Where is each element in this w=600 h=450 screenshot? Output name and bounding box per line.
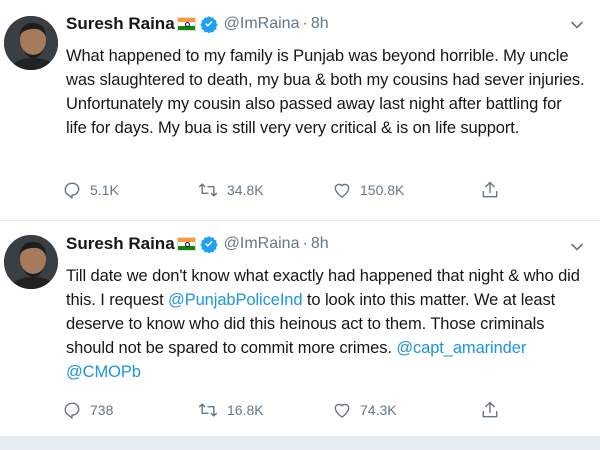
tweet-feed: Suresh Raina @ImRaina · 8h What happened… (0, 0, 600, 450)
like-count: 150.8K (360, 182, 405, 198)
share-icon (482, 181, 498, 198)
share-button[interactable] (480, 398, 508, 422)
reply-icon (64, 182, 80, 199)
timestamp[interactable]: 8h (311, 235, 329, 253)
user-handle[interactable]: @ImRaina (224, 235, 300, 253)
separator-dot: · (302, 235, 308, 252)
retweet-icon (198, 183, 218, 197)
reply-button[interactable]: 738 (62, 398, 113, 422)
tweet-header: Suresh Raina @ImRaina · 8h (66, 232, 329, 256)
chevron-down-icon[interactable] (570, 18, 584, 32)
retweet-button[interactable]: 16.8K (197, 398, 264, 422)
retweet-count: 34.8K (227, 182, 264, 198)
tweet-actions: 738 16.8K 74.3K (62, 398, 522, 422)
like-count: 74.3K (360, 402, 397, 418)
reply-button[interactable]: 5.1K (62, 178, 119, 202)
mention-link[interactable]: @capt_amarinder (396, 339, 526, 357)
separator-dot: · (302, 15, 308, 32)
retweet-button[interactable]: 34.8K (197, 178, 264, 202)
chevron-down-icon[interactable] (570, 240, 584, 254)
share-icon (482, 401, 498, 418)
tweet[interactable]: Suresh Raina @ImRaina · 8h Till date we … (0, 220, 600, 436)
timestamp[interactable]: 8h (311, 15, 329, 33)
tweet-text-part: What happened to my family is Punjab was… (66, 47, 585, 137)
verified-badge-icon (199, 236, 218, 253)
mention-link[interactable]: @CMOPb (66, 363, 141, 381)
tweet-header: Suresh Raina @ImRaina · 8h (66, 12, 329, 36)
verified-badge-icon (199, 16, 218, 33)
tweet[interactable]: Suresh Raina @ImRaina · 8h What happened… (0, 0, 600, 221)
heart-icon (334, 183, 350, 198)
india-flag-icon (176, 17, 196, 31)
india-flag-icon (176, 237, 196, 251)
user-handle[interactable]: @ImRaina (224, 15, 300, 33)
like-button[interactable]: 74.3K (332, 398, 397, 422)
like-button[interactable]: 150.8K (332, 178, 404, 202)
display-name[interactable]: Suresh Raina (66, 14, 175, 34)
reply-count: 5.1K (90, 182, 119, 198)
feed-divider (0, 436, 600, 450)
heart-icon (334, 403, 350, 418)
retweet-icon (198, 403, 218, 417)
reply-icon (64, 402, 80, 419)
tweet-text: Till date we don't know what exactly had… (66, 264, 586, 384)
avatar[interactable] (4, 235, 58, 289)
tweet-text: What happened to my family is Punjab was… (66, 44, 586, 140)
display-name[interactable]: Suresh Raina (66, 234, 175, 254)
mention-link[interactable]: @PunjabPoliceInd (168, 291, 303, 309)
retweet-count: 16.8K (227, 402, 264, 418)
reply-count: 738 (90, 402, 114, 418)
avatar[interactable] (4, 16, 58, 70)
tweet-actions: 5.1K 34.8K 150.8K (62, 178, 522, 202)
share-button[interactable] (480, 178, 508, 202)
